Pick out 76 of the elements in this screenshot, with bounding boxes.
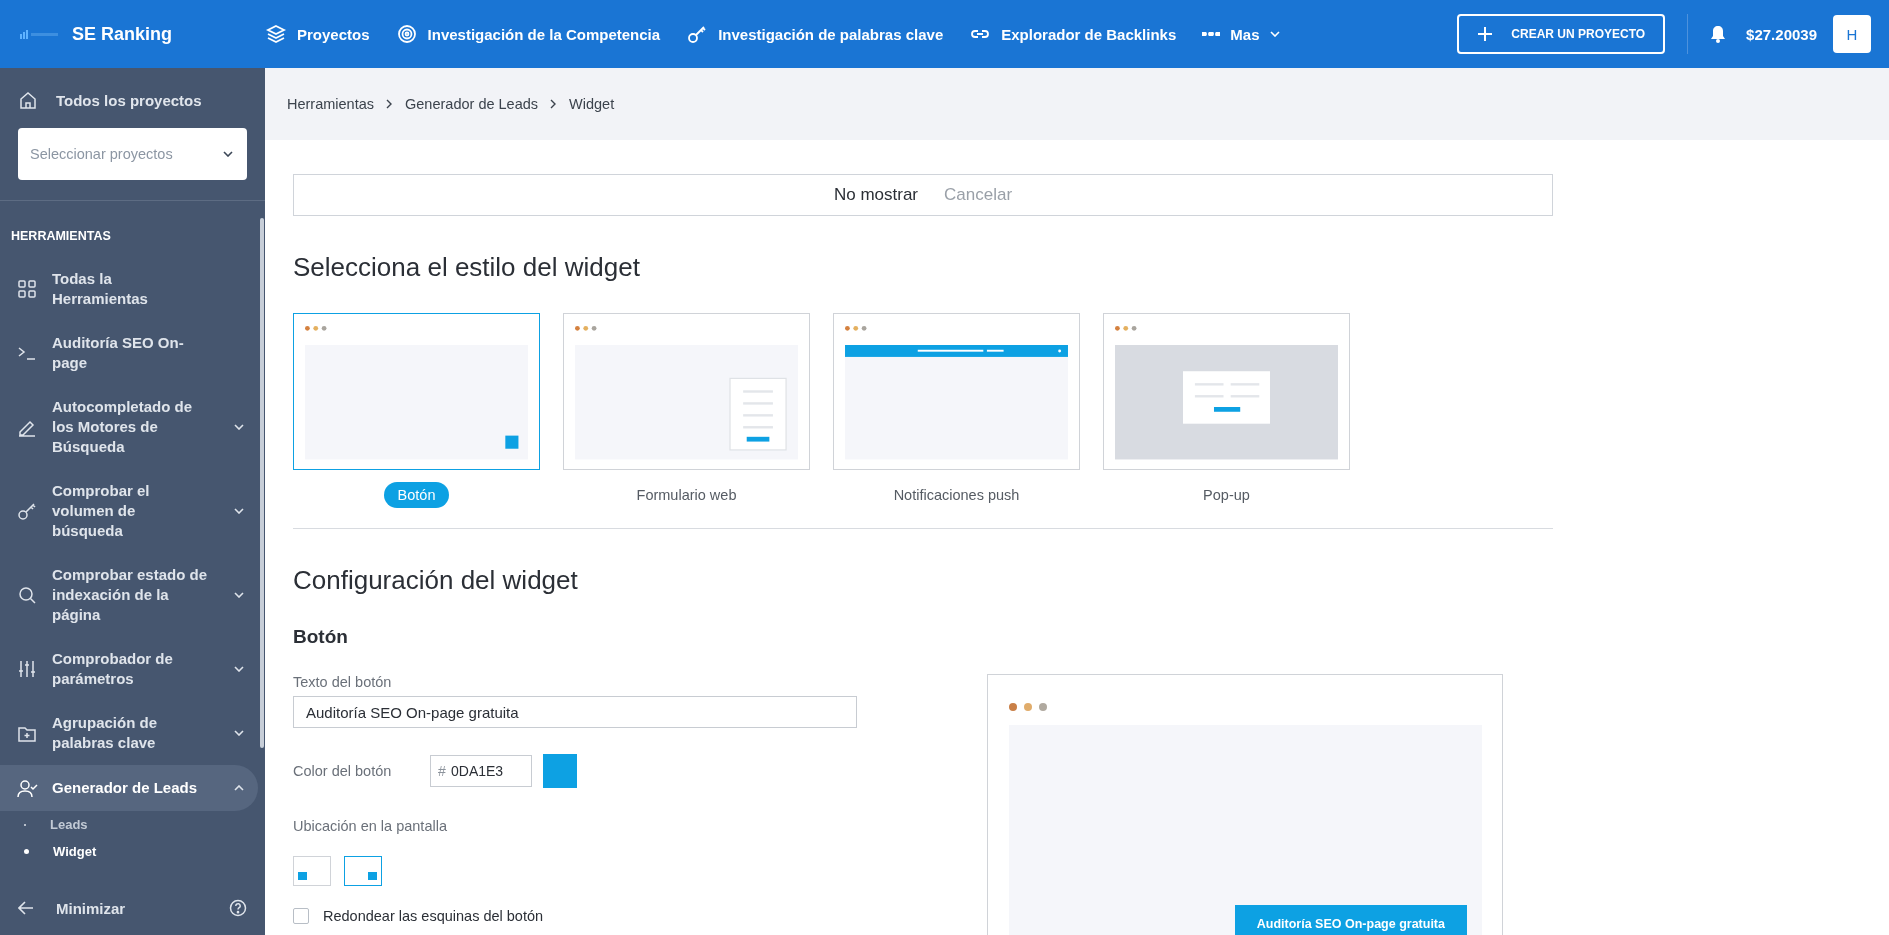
chevron-icon bbox=[234, 730, 244, 736]
style-card[interactable] bbox=[293, 313, 540, 470]
sidebar-item[interactable]: Autocompletado de los Motores de Búsqueda bbox=[0, 385, 258, 469]
account-balance: $27.20039 bbox=[1746, 25, 1817, 43]
position-option[interactable] bbox=[293, 856, 331, 886]
sidebar-item[interactable]: Agrupación de palabras clave bbox=[0, 701, 258, 765]
user-avatar[interactable]: H bbox=[1833, 15, 1871, 53]
search-icon bbox=[16, 584, 38, 606]
nav-link[interactable]: Proyectos bbox=[265, 23, 370, 45]
breadcrumb-link[interactable]: Herramientas bbox=[287, 96, 375, 112]
section-heading: HERRAMIENTAS bbox=[10, 228, 112, 245]
window-dots-icon bbox=[575, 325, 597, 331]
help-icon[interactable] bbox=[229, 899, 247, 917]
section-title: Selecciona el estilo del widget bbox=[293, 252, 641, 283]
sidebar-item[interactable]: Auditoría SEO On-page bbox=[0, 321, 258, 385]
bell-icon[interactable] bbox=[1710, 25, 1727, 43]
style-card[interactable] bbox=[563, 313, 810, 470]
style-card[interactable] bbox=[833, 313, 1080, 470]
field-label: Color del botón bbox=[293, 763, 393, 779]
logo-icon bbox=[20, 29, 60, 39]
window-dots-icon bbox=[1115, 325, 1137, 331]
plus-icon bbox=[1477, 26, 1494, 42]
all-projects-link[interactable]: Todos los proyectos bbox=[0, 68, 265, 110]
dont-show-button[interactable]: No mostrar bbox=[833, 185, 918, 205]
nav-link[interactable]: Explorador de Backlinks bbox=[969, 23, 1177, 45]
chevron-right-icon bbox=[386, 99, 394, 109]
chevron-right-icon bbox=[550, 99, 558, 109]
checkbox[interactable] bbox=[293, 908, 309, 924]
hash-prefix: # bbox=[438, 763, 446, 779]
section-title: Configuración del widget bbox=[293, 565, 579, 596]
window-dots-icon bbox=[305, 325, 327, 331]
target-icon bbox=[395, 23, 418, 45]
button-text-field[interactable]: Auditoría SEO On-page gratuita bbox=[293, 696, 857, 728]
style-label[interactable]: Notificaciones push bbox=[879, 482, 1034, 508]
home-icon bbox=[18, 90, 38, 110]
key-icon bbox=[16, 500, 38, 522]
sidebar-item[interactable]: Comprobar el volumen de búsqueda bbox=[0, 469, 258, 553]
layers-icon bbox=[265, 23, 287, 45]
create-project-button[interactable]: CREAR UN PROYECTO bbox=[1457, 14, 1666, 54]
style-label[interactable]: Formulario web bbox=[622, 482, 751, 508]
chevron-icon bbox=[234, 785, 244, 791]
sidebar-subitem[interactable]: Leads bbox=[0, 811, 265, 838]
subsection-title: Botón bbox=[293, 626, 349, 648]
arrow-left-icon bbox=[18, 901, 34, 915]
chevron-icon bbox=[223, 151, 233, 157]
chevron-icon bbox=[234, 592, 244, 598]
chevron-icon bbox=[234, 508, 244, 514]
color-swatch[interactable] bbox=[543, 754, 577, 788]
field-label: Texto del botón bbox=[293, 674, 393, 690]
window-dots-icon bbox=[1009, 703, 1047, 711]
position-option[interactable] bbox=[344, 856, 382, 886]
project-select[interactable]: Seleccionar proyectos bbox=[18, 128, 247, 180]
window-dots-icon bbox=[845, 325, 867, 331]
sidebar-item[interactable]: Comprobador de parámetros bbox=[0, 637, 258, 701]
dots-icon bbox=[1202, 32, 1221, 36]
sidebar-item[interactable]: Comprobar estado de indexación de la página bbox=[0, 553, 258, 637]
nav-link[interactable]: Investigación de palabras clave bbox=[686, 23, 944, 45]
chevron-icon bbox=[234, 424, 244, 430]
field-label: Ubicación en la pantalla bbox=[293, 818, 448, 834]
style-card[interactable] bbox=[1103, 313, 1350, 470]
grid-icon bbox=[16, 278, 38, 300]
brand-name[interactable]: SE Ranking bbox=[72, 23, 173, 45]
more-menu[interactable]: Mas bbox=[1202, 25, 1280, 43]
chevron-icon bbox=[1269, 31, 1280, 37]
scrollbar[interactable] bbox=[260, 218, 264, 748]
sliders-icon bbox=[16, 658, 38, 680]
style-label[interactable]: Pop-up bbox=[1189, 482, 1264, 508]
chevron-icon bbox=[234, 666, 244, 672]
breadcrumb-link[interactable]: Generador de Leads bbox=[405, 96, 539, 112]
nav-link[interactable]: Investigación de la Competencia bbox=[395, 23, 661, 45]
sidebar-item[interactable]: Todas la Herramientas bbox=[0, 257, 258, 321]
breadcrumb-link[interactable]: Widget bbox=[569, 96, 615, 112]
sidebar-subitem[interactable]: Widget bbox=[0, 838, 265, 865]
sidebar-item[interactable]: Generador de Leads bbox=[0, 765, 258, 811]
user-check-icon bbox=[16, 777, 38, 799]
checkbox-label: Redondear las esquinas del botón bbox=[323, 908, 544, 924]
